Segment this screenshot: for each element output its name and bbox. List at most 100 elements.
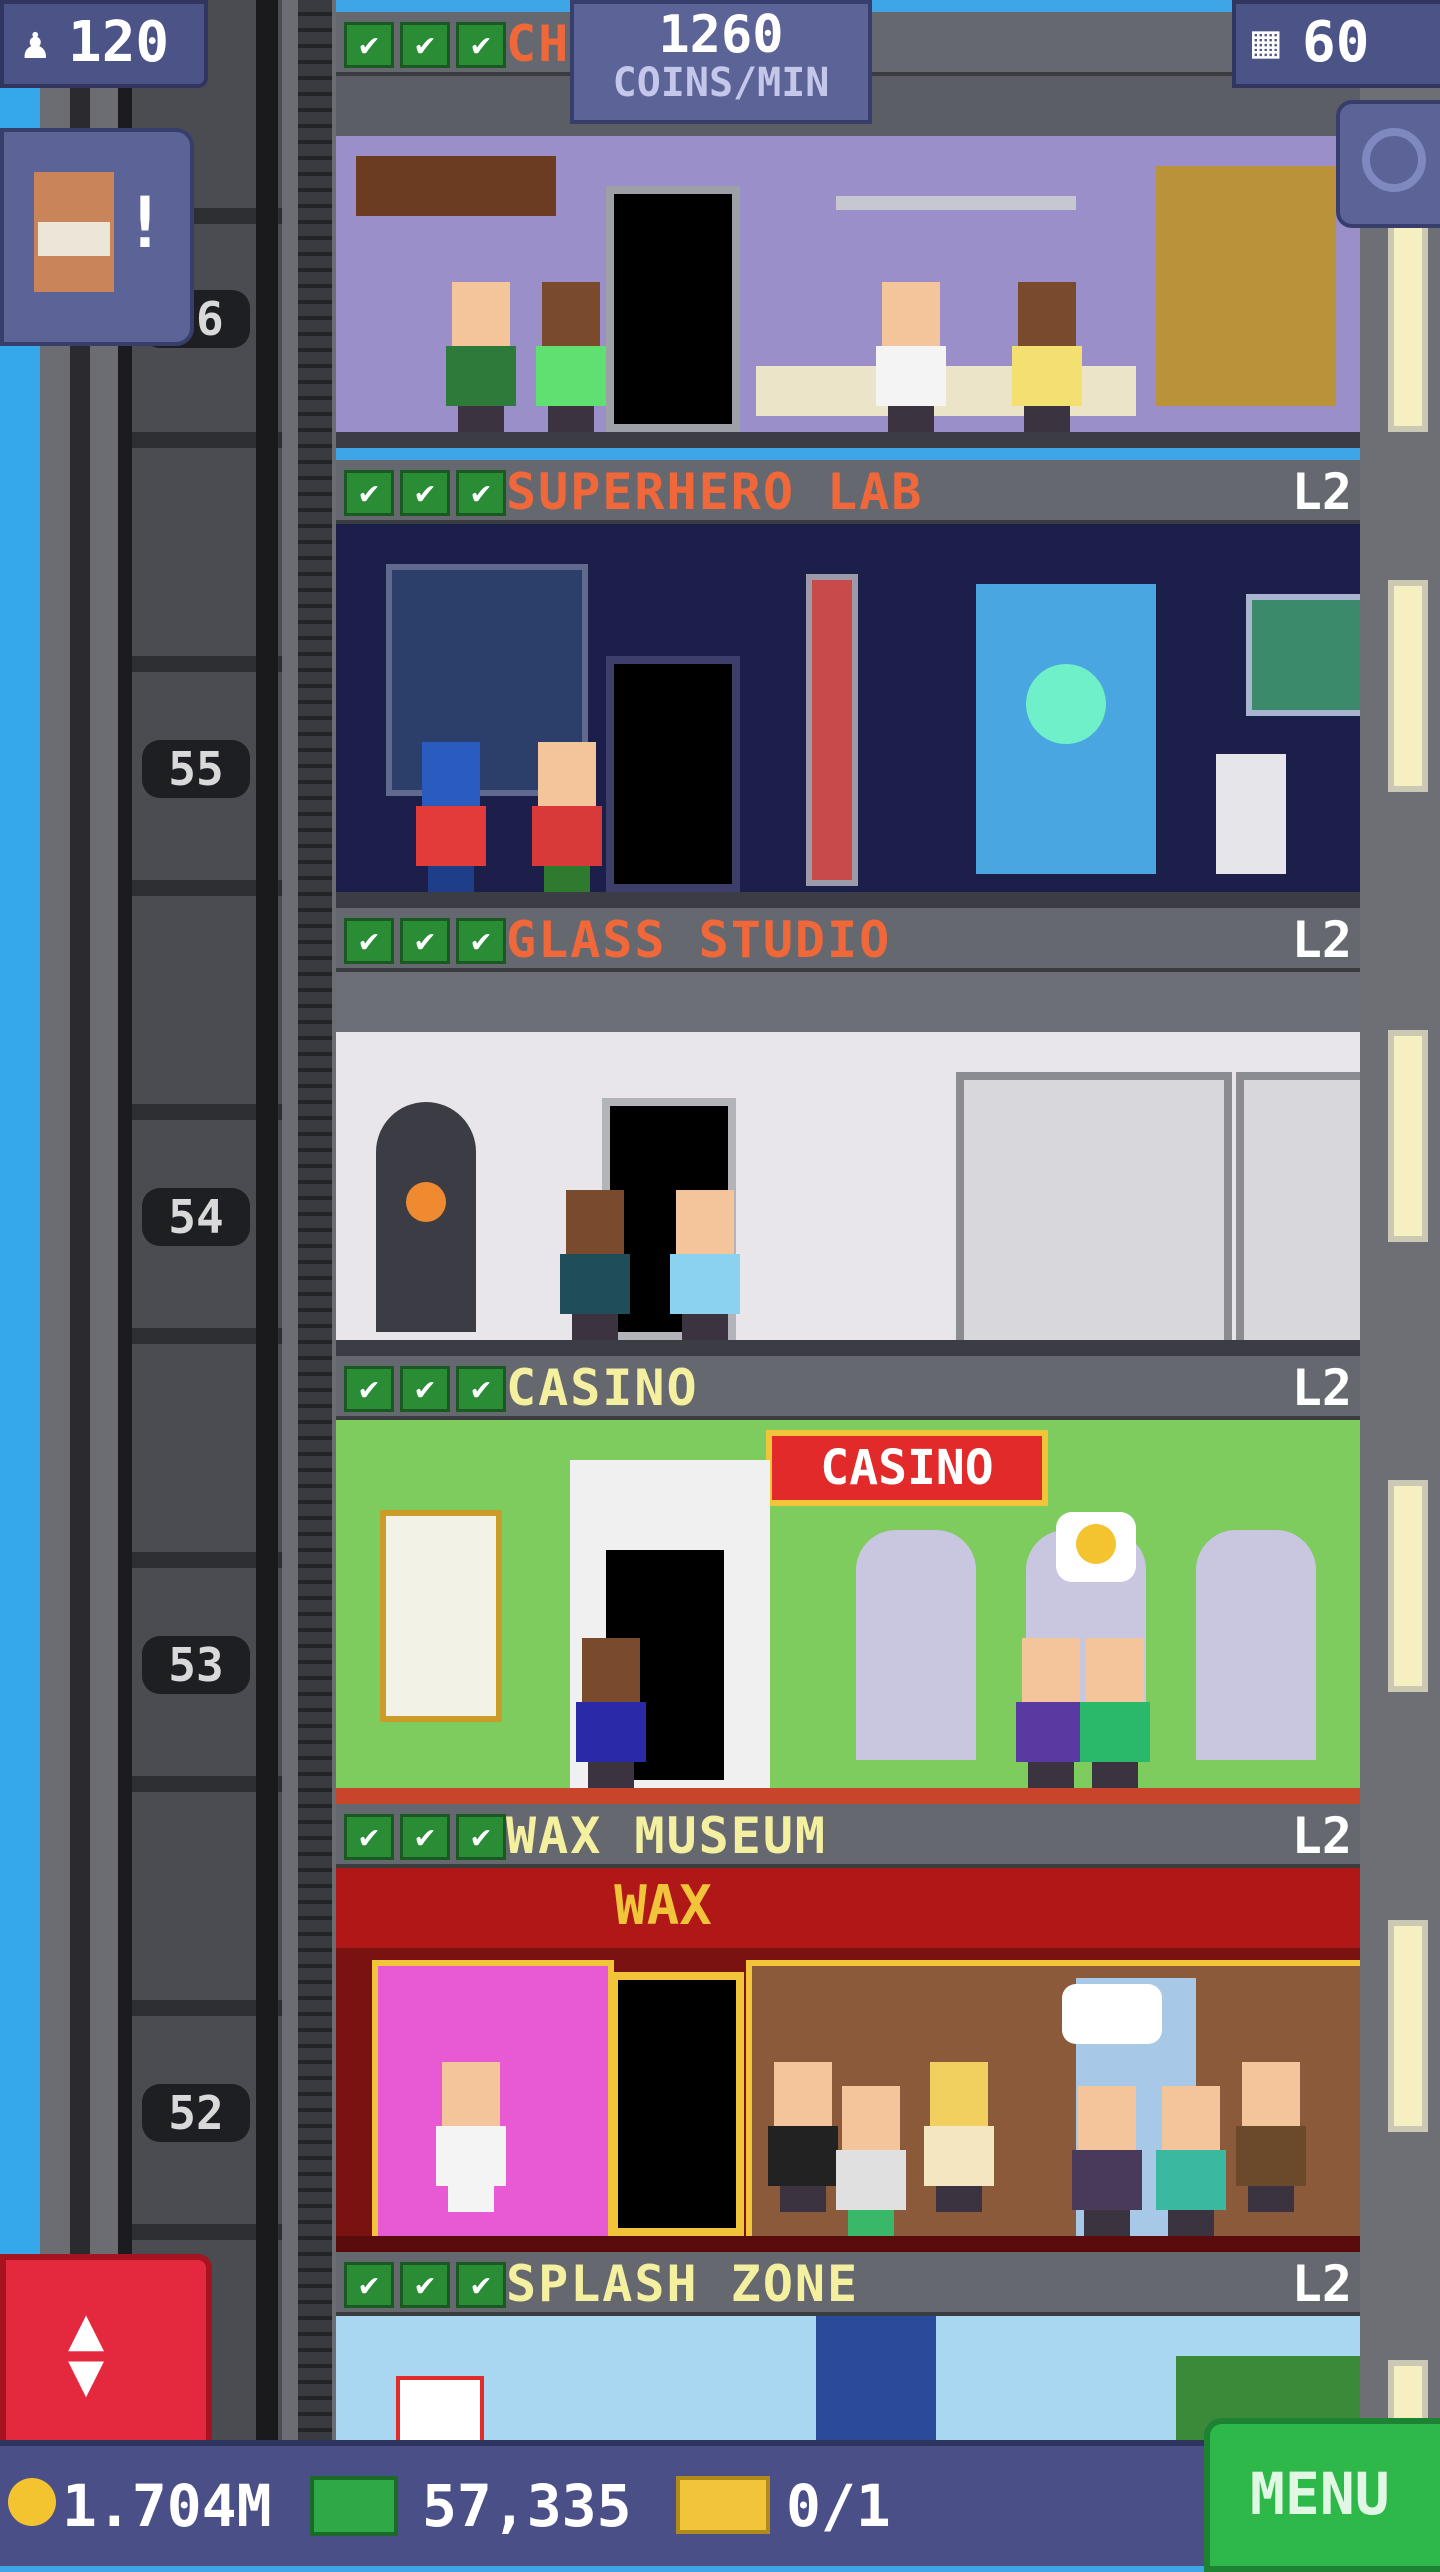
check-icon: ✔: [344, 1814, 394, 1860]
character[interactable]: [560, 1190, 630, 1340]
population-value: 120: [68, 10, 170, 75]
floor-stars: ✔ ✔ ✔: [344, 918, 506, 964]
character[interactable]: [532, 742, 602, 892]
bux-value: 57,335: [422, 2472, 632, 2540]
check-icon: ✔: [456, 1366, 506, 1412]
wax-sign: WAX: [614, 1874, 712, 1937]
character[interactable]: [1156, 2086, 1226, 2236]
floor-stars: ✔ ✔ ✔: [344, 2262, 506, 2308]
elevator-floor-number: 53: [142, 1636, 250, 1694]
search-button[interactable]: [1336, 100, 1440, 228]
floor-stars: ✔ ✔ ✔: [344, 22, 506, 68]
character[interactable]: [670, 1190, 740, 1340]
check-icon: ✔: [456, 1814, 506, 1860]
floor-level: L2: [1291, 463, 1352, 521]
bux-icon: [310, 2476, 398, 2536]
character[interactable]: [1236, 2062, 1306, 2212]
room-interior: WAX: [336, 1868, 1360, 2252]
floor-superhero-lab[interactable]: ✔ ✔ ✔ SUPERHERO LAB L2: [336, 460, 1360, 908]
character[interactable]: [436, 2062, 506, 2212]
check-icon: ✔: [344, 1366, 394, 1412]
floor-level: L2: [1291, 2255, 1352, 2313]
coins-value: 1.704M: [62, 2472, 272, 2540]
floor-level: L2: [1291, 911, 1352, 969]
floor-stars: ✔ ✔ ✔: [344, 1814, 506, 1860]
alert-icon: !: [123, 182, 166, 264]
character[interactable]: [1072, 2086, 1142, 2236]
door: [606, 656, 740, 892]
elevator-cable: [70, 0, 90, 2440]
elevator-rail: [256, 0, 278, 2440]
ticket-icon: [676, 2476, 770, 2534]
character[interactable]: [1016, 1638, 1086, 1788]
character[interactable]: [1080, 1638, 1150, 1788]
check-icon: ✔: [456, 918, 506, 964]
check-icon: ✔: [400, 2262, 450, 2308]
casino-sign: CASINO: [766, 1430, 1048, 1506]
floor-header: ✔ ✔ ✔ WAX MUSEUM L2: [336, 1804, 1360, 1868]
character[interactable]: [576, 1638, 646, 1788]
character[interactable]: [924, 2062, 994, 2212]
character[interactable]: [876, 282, 946, 432]
floor-level: L2: [1291, 1807, 1352, 1865]
check-icon: ✔: [344, 470, 394, 516]
elevator-button[interactable]: ▲ ▼: [0, 2254, 212, 2452]
character[interactable]: [768, 2062, 838, 2212]
floor-header: ✔ ✔ ✔ SPLASH ZONE L2: [336, 2252, 1360, 2316]
coin-icon: [8, 2478, 56, 2526]
character[interactable]: [416, 742, 486, 892]
window: [1388, 1920, 1428, 2132]
character[interactable]: [536, 282, 606, 432]
floor-name: CASINO: [506, 1359, 699, 1417]
check-icon: ✔: [400, 470, 450, 516]
character[interactable]: [1012, 282, 1082, 432]
floor-header: ✔ ✔ ✔ GLASS STUDIO L2: [336, 908, 1360, 972]
check-icon: ✔: [344, 2262, 394, 2308]
elevator-floor-number: 55: [142, 740, 250, 798]
floor-name: SUPERHERO LAB: [506, 463, 924, 521]
beard-icon: [38, 222, 110, 256]
coins-per-minute: 1260 COINS/MIN: [570, 0, 872, 124]
check-icon: ✔: [400, 918, 450, 964]
floor-level: L2: [1291, 1359, 1352, 1417]
character[interactable]: [836, 2086, 906, 2236]
elevator-track: [298, 0, 332, 2440]
menu-label: MENU: [1250, 2460, 1390, 2528]
tickets-value: 0/1: [786, 2472, 891, 2540]
check-icon: ✔: [400, 22, 450, 68]
person-icon: ♟: [22, 18, 49, 69]
check-icon: ✔: [400, 1366, 450, 1412]
floor-casino[interactable]: ✔ ✔ ✔ CASINO L2 CASINO: [336, 1356, 1360, 1804]
floor-counter[interactable]: ▦ 60: [1232, 0, 1440, 88]
check-icon: ✔: [400, 1814, 450, 1860]
door: [606, 186, 740, 432]
room-interior: [336, 2316, 1360, 2440]
floor-wax-museum[interactable]: ✔ ✔ ✔ WAX MUSEUM L2 WAX: [336, 1804, 1360, 2252]
check-icon: ✔: [344, 918, 394, 964]
floor-name: GLASS STUDIO: [506, 911, 892, 969]
window: [1388, 1030, 1428, 1242]
room-interior: [336, 524, 1360, 908]
check-icon: ✔: [344, 22, 394, 68]
building-icon: ▦: [1252, 14, 1280, 68]
up-down-arrows-icon: ▲ ▼: [68, 2294, 105, 2410]
elevator-floor-number: 52: [142, 2084, 250, 2142]
coins-per-minute-value: 1260: [658, 5, 784, 65]
visitor-alert-button[interactable]: !: [0, 128, 194, 346]
sky-background: [0, 0, 40, 2440]
check-icon: ✔: [456, 470, 506, 516]
window: [1388, 220, 1428, 432]
floor-name: WAX MUSEUM: [506, 1807, 828, 1865]
character[interactable]: [446, 282, 516, 432]
floor-splash-zone[interactable]: ✔ ✔ ✔ SPLASH ZONE L2: [336, 2252, 1360, 2440]
floor-count-value: 60: [1302, 10, 1370, 75]
window: [1388, 1480, 1428, 1692]
room-interior: CASINO: [336, 1420, 1360, 1804]
room-interior: [336, 972, 1360, 1356]
floor-header: ✔ ✔ ✔ CASINO L2: [336, 1356, 1360, 1420]
population-counter[interactable]: 120 ♟: [0, 0, 208, 88]
window: [1388, 580, 1428, 792]
menu-button[interactable]: MENU: [1204, 2418, 1440, 2572]
check-icon: ✔: [456, 2262, 506, 2308]
floor-glass-studio[interactable]: ✔ ✔ ✔ GLASS STUDIO L2: [336, 908, 1360, 1356]
